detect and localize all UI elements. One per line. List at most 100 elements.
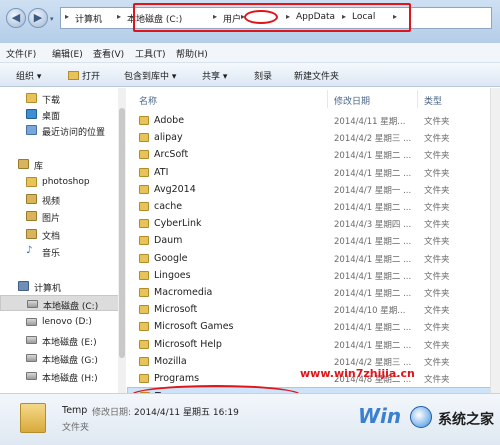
sidebar-item-drive-h[interactable]: 本地磁盘 (H:)	[0, 368, 120, 384]
include-in-library-button[interactable]: 包含到库中 ▾	[124, 69, 176, 82]
table-row[interactable]: Avg2014 2014/4/7 星期一 ... 文件夹	[127, 181, 500, 198]
file-name: Microsoft Games	[154, 321, 234, 333]
folder-icon	[139, 288, 149, 297]
sidebar-item-label: 本地磁盘 (E:)	[42, 338, 97, 348]
breadcrumb-computer[interactable]: 计算机	[75, 12, 102, 25]
share-button[interactable]: 共享 ▾	[202, 69, 227, 82]
annotation-username-oval	[244, 10, 278, 24]
modified-date-value: 2014/4/11 星期五 16:19	[134, 408, 239, 418]
sidebar-item-drive-e[interactable]: 本地磁盘 (E:)	[0, 332, 120, 348]
sidebar-item-downloads[interactable]: 下载	[0, 90, 120, 106]
sidebar-item-label: 文档	[42, 232, 61, 242]
video-library-icon	[26, 194, 37, 204]
sidebar-item-label: lenovo (D:)	[42, 317, 92, 327]
title-bar: ◀ ▶ ▾ ▸ 计算机 ▸ 本地磁盘 (C:) ▸ 用户 ▸ ▸ AppData…	[0, 0, 500, 43]
sidebar-item-videos[interactable]: 视频	[0, 191, 120, 207]
column-header-date[interactable]: 修改日期	[334, 94, 370, 107]
file-type: 文件夹	[424, 185, 450, 196]
forward-arrow-icon[interactable]: ▶	[28, 8, 48, 28]
column-divider[interactable]	[327, 90, 328, 108]
sidebar-item-drive-d[interactable]: lenovo (D:)	[0, 314, 120, 330]
file-list-scrollbar[interactable]	[490, 88, 500, 393]
menu-view[interactable]: 查看(V)	[93, 47, 124, 60]
file-type: 文件夹	[424, 375, 450, 385]
table-row[interactable]: Microsoft 2014/4/10 星期... 文件夹	[127, 301, 500, 318]
file-list: 名称 修改日期 类型 Adobe 2014/4/11 星期... 文件夹 alipay…	[127, 88, 500, 393]
folder-icon	[139, 339, 149, 349]
open-button[interactable]: 打开	[68, 69, 100, 82]
table-row[interactable]: Macromedia 2014/4/1 星期二 ... 文件夹	[127, 284, 500, 301]
chevron-down-icon[interactable]: ▾	[50, 15, 58, 23]
column-header-type[interactable]: 类型	[424, 94, 442, 107]
menu-tools[interactable]: 工具(T)	[135, 47, 166, 60]
sidebar-item-label: 图片	[42, 214, 61, 224]
file-type: 文件夹	[424, 306, 450, 317]
sidebar-item-label: 桌面	[42, 112, 61, 122]
column-divider[interactable]	[417, 90, 418, 108]
sidebar-item-desktop[interactable]: 桌面	[0, 106, 120, 122]
file-modified-date: 2014/4/2 星期三 ...	[334, 357, 412, 368]
burn-button[interactable]: 刻录	[254, 69, 272, 82]
sidebar-item-photoshop[interactable]: photoshop	[0, 174, 120, 190]
file-modified-date: 2014/4/1 星期二 ...	[334, 254, 412, 265]
menu-help[interactable]: 帮助(H)	[176, 47, 208, 60]
sidebar-item-pictures[interactable]: 图片	[0, 208, 120, 224]
file-modified-date: 2014/4/7 星期一 ...	[334, 185, 412, 196]
folder-icon	[139, 305, 149, 315]
large-folder-icon	[20, 403, 46, 433]
file-type: 文件夹	[424, 168, 450, 179]
sidebar-item-music[interactable]: ♪ 音乐	[0, 243, 120, 259]
file-name: ATI	[154, 166, 169, 178]
hard-drive-icon	[27, 300, 38, 308]
table-row[interactable]: Lingoes 2014/4/1 星期二 ... 文件夹	[127, 267, 500, 284]
file-modified-date: 2014/4/1 星期二 ...	[334, 151, 412, 162]
folder-icon	[139, 270, 149, 280]
sidebar-item-libraries[interactable]: 库	[0, 156, 120, 172]
hard-drive-icon	[26, 336, 37, 344]
table-row[interactable]: cache 2014/4/1 星期二 ... 文件夹	[127, 198, 500, 215]
file-type: 文件夹	[424, 237, 450, 248]
table-row[interactable]: ATI 2014/4/1 星期二 ... 文件夹	[127, 164, 500, 181]
file-name: CyberLink	[154, 218, 202, 230]
navigation-pane-scrollbar[interactable]	[118, 88, 126, 393]
file-type: 文件夹	[424, 357, 450, 368]
table-row[interactable]: Microsoft Games 2014/4/1 星期二 ... 文件夹	[127, 318, 500, 335]
file-modified-date: 2014/4/3 星期四 ...	[334, 220, 412, 231]
column-header-name[interactable]: 名称	[139, 94, 157, 107]
address-separator[interactable]: ▸	[117, 12, 121, 21]
table-row[interactable]: ArcSoft 2014/4/1 星期二 ... 文件夹	[127, 146, 500, 163]
sidebar-item-label: 本地磁盘 (G:)	[42, 356, 98, 366]
table-row[interactable]: Google 2014/4/1 星期二 ... 文件夹	[127, 250, 500, 267]
menu-edit[interactable]: 编辑(E)	[52, 47, 83, 60]
sidebar-item-label: 计算机	[34, 284, 62, 294]
menu-file[interactable]: 文件(F)	[6, 47, 36, 60]
folder-icon	[139, 322, 149, 332]
watermark-logo-prefix: Win	[358, 404, 402, 428]
file-name: ArcSoft	[154, 149, 189, 161]
navigation-pane: 下载 桌面 最近访问的位置 库 photoshop 视频 图片 文档 ♪ 音乐 计…	[0, 88, 126, 393]
scrollbar-thumb[interactable]	[119, 108, 125, 358]
file-name: Daum	[154, 235, 183, 247]
folder-icon	[139, 133, 149, 143]
sidebar-item-label: 下载	[42, 96, 61, 106]
sidebar-item-documents[interactable]: 文档	[0, 226, 120, 242]
back-arrow-icon[interactable]: ◀	[6, 8, 26, 28]
library-folder-icon	[26, 177, 37, 187]
sidebar-item-computer[interactable]: 计算机	[0, 278, 120, 294]
organize-button[interactable]: 组织 ▾	[16, 69, 41, 82]
sidebar-item-drive-g[interactable]: 本地磁盘 (G:)	[0, 350, 120, 366]
folder-icon	[139, 219, 149, 229]
sidebar-item-drive-c[interactable]: 本地磁盘 (C:)	[0, 295, 120, 312]
file-name: Microsoft Help	[154, 338, 222, 350]
file-type: 文件夹	[424, 271, 450, 282]
folder-icon	[139, 116, 149, 125]
new-folder-button[interactable]: 新建文件夹	[294, 69, 339, 82]
file-name: Adobe	[154, 115, 185, 126]
table-row[interactable]: alipay 2014/4/2 星期三 ... 文件夹	[127, 129, 500, 146]
table-row[interactable]: Adobe 2014/4/11 星期... 文件夹	[127, 112, 500, 129]
table-row[interactable]: Microsoft Help 2014/4/1 星期二 ... 文件夹	[127, 336, 500, 353]
table-row[interactable]: CyberLink 2014/4/3 星期四 ... 文件夹	[127, 215, 500, 232]
file-name: Google	[154, 252, 188, 264]
table-row[interactable]: Daum 2014/4/1 星期二 ... 文件夹	[127, 232, 500, 249]
sidebar-item-recent-places[interactable]: 最近访问的位置	[0, 122, 120, 138]
